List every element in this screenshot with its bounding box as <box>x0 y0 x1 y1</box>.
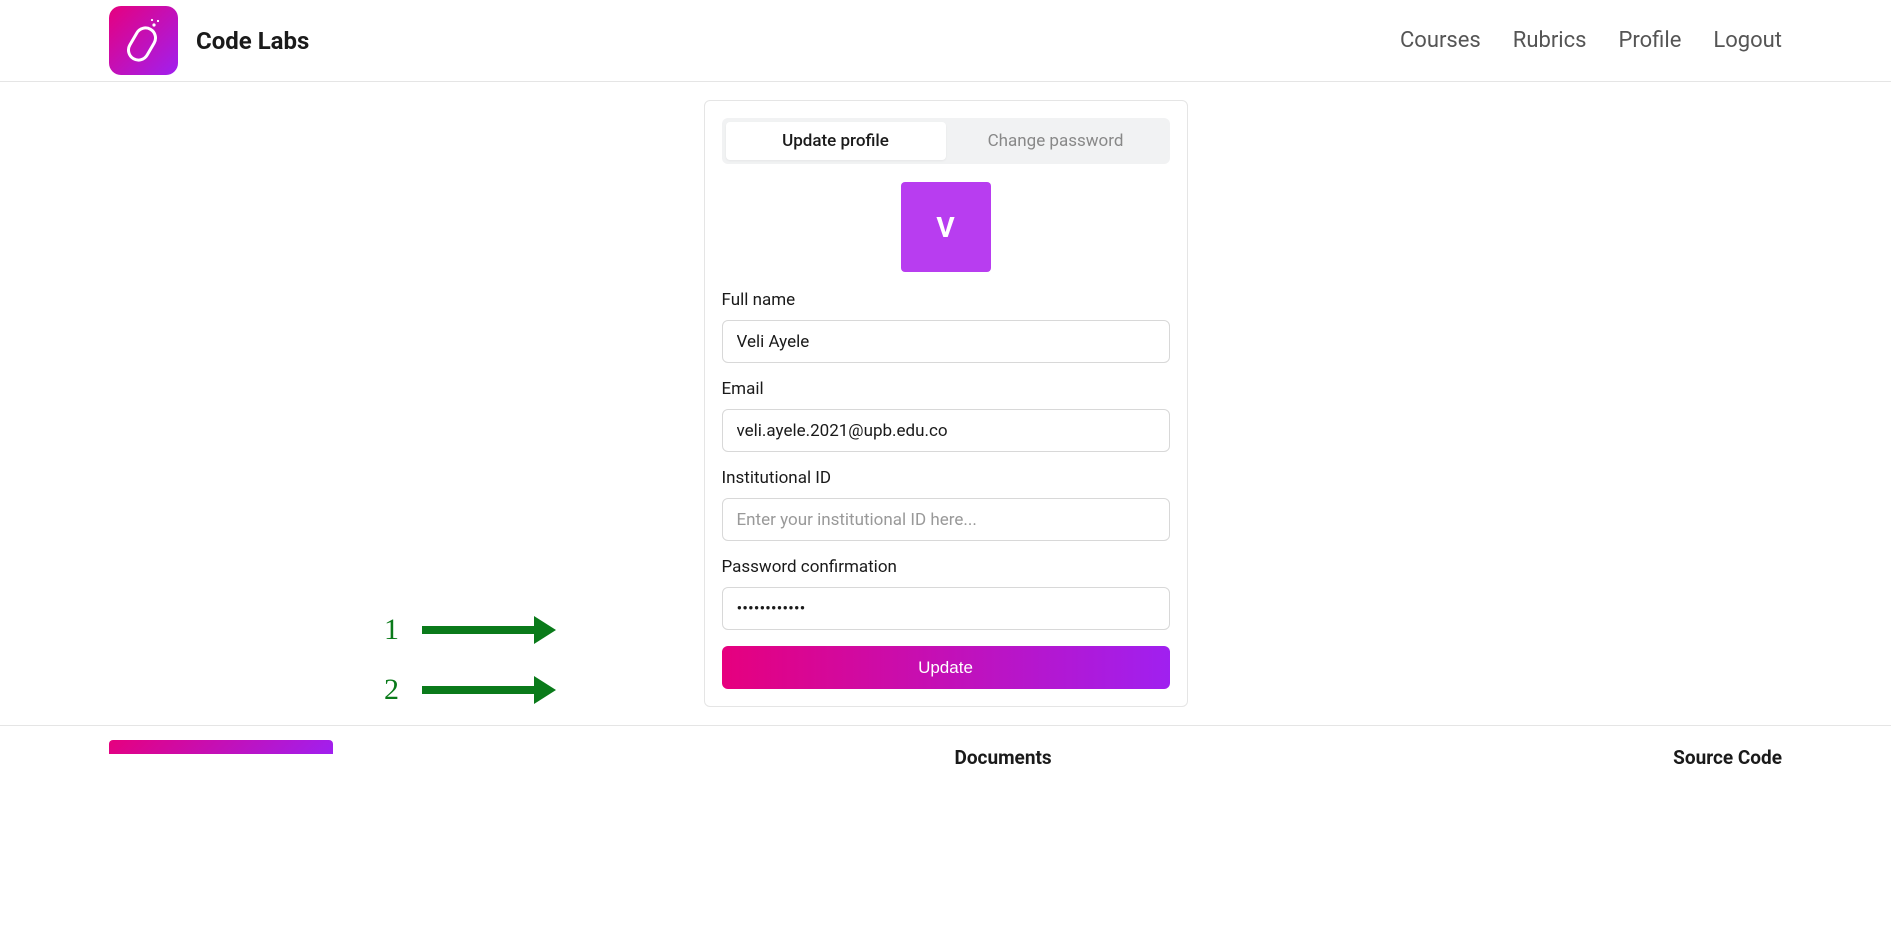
brand[interactable]: Code Labs <box>109 6 309 75</box>
password-confirmation-input[interactable] <box>722 587 1170 630</box>
avatar: V <box>901 182 991 272</box>
password-confirmation-label: Password confirmation <box>722 557 1170 577</box>
email-input[interactable] <box>722 409 1170 452</box>
update-button[interactable]: Update <box>722 646 1170 689</box>
field-email: Email <box>722 379 1170 452</box>
brand-name: Code Labs <box>196 27 309 55</box>
avatar-wrap: V <box>722 182 1170 272</box>
profile-card: Update profile Change password V Full na… <box>704 100 1188 707</box>
tab-update-profile[interactable]: Update profile <box>726 122 946 160</box>
footer-logo <box>109 740 333 754</box>
footer: Documents Source Code <box>0 725 1891 769</box>
nav-courses[interactable]: Courses <box>1400 28 1481 53</box>
field-password-confirmation: Password confirmation <box>722 557 1170 630</box>
institutional-id-label: Institutional ID <box>722 468 1170 488</box>
tab-change-password[interactable]: Change password <box>946 122 1166 160</box>
flask-icon <box>120 17 168 65</box>
full-name-input[interactable] <box>722 320 1170 363</box>
tab-container: Update profile Change password <box>722 118 1170 164</box>
field-full-name: Full name <box>722 290 1170 363</box>
footer-documents-heading: Documents <box>954 746 1051 769</box>
navbar: Code Labs Courses Rubrics Profile Logout <box>0 0 1891 82</box>
nav-rubrics[interactable]: Rubrics <box>1513 28 1587 53</box>
main-content: Update profile Change password V Full na… <box>0 82 1891 707</box>
full-name-label: Full name <box>722 290 1170 310</box>
nav-logout[interactable]: Logout <box>1713 28 1782 53</box>
footer-source-code-heading: Source Code <box>1673 746 1782 769</box>
email-label: Email <box>722 379 1170 399</box>
nav-links: Courses Rubrics Profile Logout <box>1400 28 1782 53</box>
field-institutional-id: Institutional ID <box>722 468 1170 541</box>
institutional-id-input[interactable] <box>722 498 1170 541</box>
brand-logo <box>109 6 178 75</box>
nav-profile[interactable]: Profile <box>1619 28 1682 53</box>
